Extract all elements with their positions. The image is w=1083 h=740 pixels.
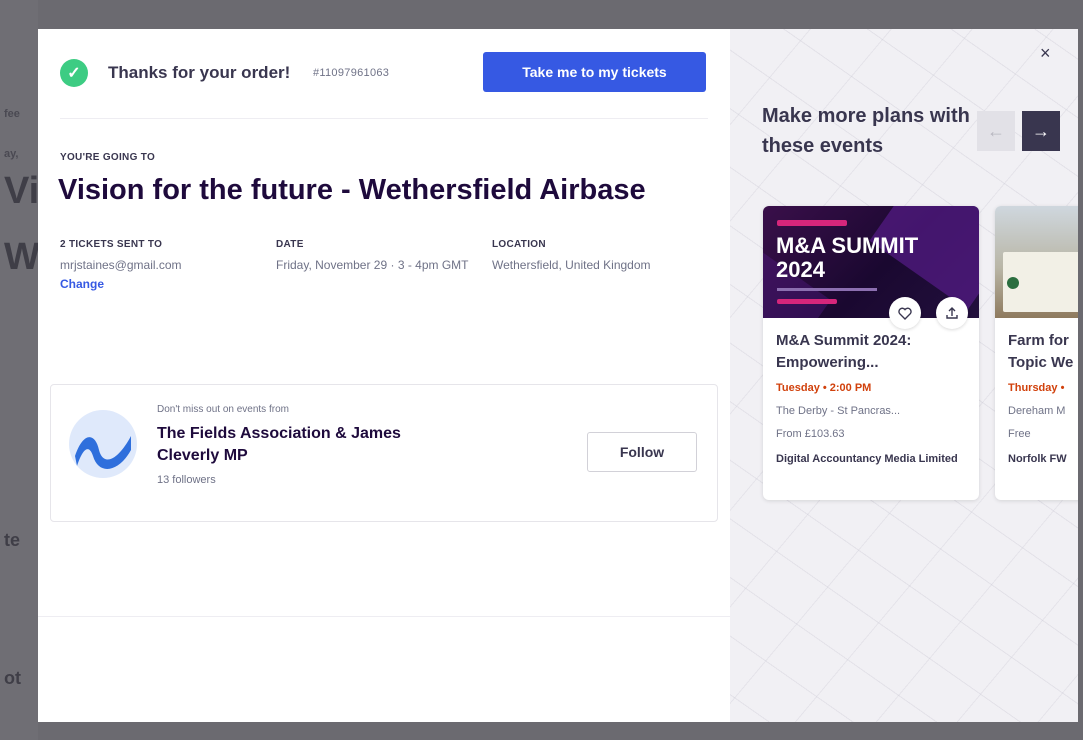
background-page-strip: fee ay, Vis We te ot (0, 0, 38, 740)
order-confirmation-modal: ✓ Thanks for your order! #11097961063 Ta… (38, 29, 1078, 722)
recommendations-title: Make more plans with these events (762, 105, 970, 157)
background-text: We (4, 236, 38, 278)
recommendations-panel: × Make more plans with these events ← → … (730, 29, 1078, 722)
location-value: Wethersfield, United Kingdom (492, 258, 651, 272)
date-info: DATE Friday, November 29 · 3 - 4pm GMT (276, 235, 472, 275)
organizer-prompt: Don't miss out on events from (157, 404, 289, 415)
organizer-avatar (69, 410, 137, 478)
event-card-image-title: M&A SUMMIT 2024 (776, 233, 919, 282)
event-card-price: From £103.63 (776, 428, 845, 440)
organizer-followers: 13 followers (157, 474, 216, 486)
image-footer-tag (777, 299, 837, 304)
background-text: ot (4, 668, 21, 688)
organizer-logo-icon (75, 436, 131, 469)
thanks-message: Thanks for your order! (108, 63, 291, 82)
organizer-card: Don't miss out on events from The Fields… (50, 384, 718, 522)
tickets-sent-info: 2 TICKETS SENT TO mrjstaines@gmail.com C… (60, 235, 250, 294)
going-to-label: YOU'RE GOING TO (60, 152, 156, 163)
background-text: fee (4, 108, 20, 120)
event-card-venue: The Derby - St Pancras... (776, 405, 901, 417)
next-arrow-icon[interactable]: → (1022, 111, 1060, 151)
event-card-image (995, 206, 1078, 318)
location-info: LOCATION Wethersfield, United Kingdom (492, 235, 702, 275)
background-text: te (4, 530, 21, 550)
success-check-icon: ✓ (60, 59, 88, 87)
ticket-email: mrjstaines@gmail.com (60, 258, 182, 272)
event-card-organizer: Norfolk FW (1008, 453, 1067, 465)
divider (38, 616, 730, 617)
confirmation-panel: ✓ Thanks for your order! #11097961063 Ta… (38, 29, 730, 722)
date-label: DATE (276, 239, 304, 250)
event-card-date: Thursday • (1008, 382, 1065, 394)
date-value: Friday, November 29 · 3 - 4pm GMT (276, 258, 469, 272)
follow-button[interactable]: Follow (587, 432, 697, 472)
share-icon[interactable] (936, 297, 968, 329)
view-tickets-button[interactable]: Take me to my tickets (483, 52, 706, 92)
divider (60, 118, 708, 119)
organizer-name[interactable]: The Fields Association & James Cleverly … (157, 423, 457, 467)
background-text: ay, (4, 148, 19, 160)
change-email-link[interactable]: Change (60, 275, 250, 294)
image-tag (777, 220, 847, 226)
image-logo (1007, 277, 1019, 289)
event-card-title: Farm for Topic We (1008, 332, 1074, 371)
event-card[interactable]: Farm for Topic We Thursday • Dereham M F… (995, 206, 1078, 500)
event-title: Vision for the future - Wethersfield Air… (58, 174, 646, 206)
tickets-sent-label: 2 TICKETS SENT TO (60, 239, 163, 250)
event-card[interactable]: M&A SUMMIT 2024 M&A Summit 2024: Empower… (763, 206, 979, 500)
background-text: Vis (4, 170, 38, 212)
previous-arrow-icon[interactable]: ← (977, 111, 1015, 151)
event-card-price: Free (1008, 428, 1031, 440)
close-icon[interactable]: × (1040, 43, 1051, 64)
event-card-title: M&A Summit 2024: Empowering... (776, 332, 912, 371)
image-subline (777, 288, 877, 291)
order-number: #11097961063 (313, 67, 390, 79)
event-card-venue: Dereham M (1008, 405, 1066, 417)
event-card-date: Tuesday • 2:00 PM (776, 382, 872, 394)
heart-icon[interactable] (889, 297, 921, 329)
confirmation-header: ✓ Thanks for your order! #11097961063 Ta… (38, 29, 730, 119)
event-card-organizer: Digital Accountancy Media Limited (776, 453, 958, 465)
location-label: LOCATION (492, 239, 546, 250)
